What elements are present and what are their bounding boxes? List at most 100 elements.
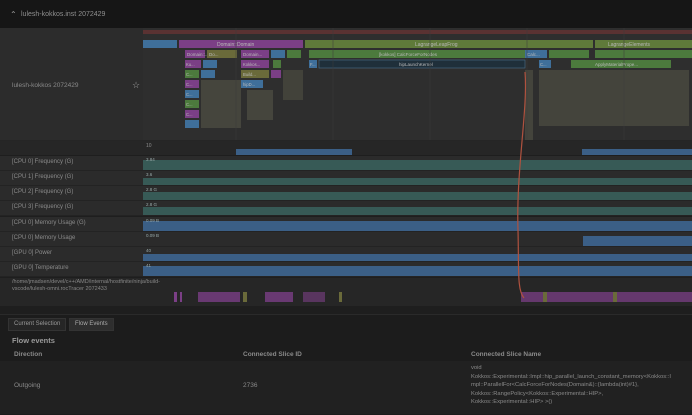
slice-calc-force-label: [kokkos] CalcForceForNodes [379, 52, 438, 57]
counter-area[interactable]: 41 [143, 262, 692, 276]
mini-row-bar-a [236, 149, 352, 155]
slice-do-label: Do... [209, 52, 219, 57]
slice-kokkos-k-label: Ku... [186, 62, 195, 67]
counter-value: 3.6 [146, 172, 153, 177]
slice-lagrange-leapfrog-label: LagrangeLeapFrog [415, 42, 458, 48]
counter-value: 2.8 G [146, 187, 158, 192]
counter-fill [143, 160, 692, 170]
counter-value: 0.09 B [146, 233, 160, 238]
counter-track-cpu2-freq[interactable]: [CPU 2] Frequency (G) 2.8 G [0, 186, 692, 201]
slice-depth3-d-label: C... [540, 62, 547, 67]
counter-fill [583, 236, 692, 246]
counter-track-cpu0-freq[interactable]: [CPU 0] Frequency (G) 3.84 [0, 156, 692, 171]
slice-depth4-b[interactable] [201, 70, 215, 78]
slice-depth2-d[interactable] [549, 50, 589, 58]
counter-label: [CPU 0] Frequency (G) [12, 159, 74, 165]
column-header-slice-id[interactable]: Connected Slice ID [243, 351, 302, 358]
counter-fill [143, 254, 692, 261]
counter-value: 40 [146, 248, 152, 253]
counter-track-cpu1-freq[interactable]: [CPU 1] Frequency (G) 3.6 [0, 171, 692, 186]
slice-depth4-a-label: C... [186, 72, 193, 77]
counter-track-gpu0-temperature[interactable]: [GPU 0] Temperature 41 [0, 262, 692, 277]
counter-area[interactable]: 3.84 [143, 156, 692, 170]
collapse-chevron-icon[interactable]: ⌃ [10, 10, 17, 19]
counter-label: [CPU 0] Memory Usage [12, 235, 76, 241]
counter-area[interactable]: 3.6 [143, 171, 692, 185]
counter-value: 0.09 B [146, 218, 160, 223]
counter-label: [GPU 0] Temperature [12, 265, 69, 271]
slice-narrow-stacks [201, 70, 689, 140]
counter-track-cpu0-memory-g[interactable]: [CPU 0] Memory Usage (G) 0.09 B [0, 217, 692, 232]
slice-depth2-c[interactable] [287, 50, 301, 58]
counter-fill [143, 207, 692, 215]
slice-name-line: void [471, 365, 482, 371]
slice-depth1-a[interactable] [143, 40, 177, 48]
row-direction: Outgoing [14, 382, 41, 389]
counter-area[interactable]: 2.8 G [143, 186, 692, 200]
slice-depth6-a-label: C... [186, 92, 193, 97]
counter-track-gpu0-power[interactable]: [GPU 0] Power 40 [0, 247, 692, 262]
counter-label: [CPU 3] Frequency (G) [12, 204, 74, 210]
row-slice-id-link[interactable]: 2736 [243, 382, 257, 389]
column-header-direction[interactable]: Direction [14, 351, 42, 358]
slice-domain-domain-label: Domain::Domain [217, 42, 254, 48]
slice-build-label: Build... [243, 72, 256, 77]
slice-depth2-e[interactable] [595, 50, 692, 58]
counter-area[interactable]: 0.09 B [143, 232, 692, 246]
counter-track-cpu0-memory[interactable]: [CPU 0] Memory Usage 0.09 B [0, 232, 692, 247]
tab-current-selection[interactable]: Current Selection [8, 318, 67, 331]
slice-top-band[interactable] [143, 30, 692, 34]
process-title: lulesh-kokkos.inst 2072429 [21, 11, 106, 18]
slice-depth7-a-label: C... [186, 102, 193, 107]
small-counter-row[interactable]: 10 [0, 141, 692, 155]
slice-flamegraph[interactable]: Domain::Domain LagrangeLeapFrog Lagrange… [143, 28, 692, 140]
counter-area[interactable]: 2.8 G [143, 201, 692, 215]
counter-track-cpu3-freq[interactable]: [CPU 3] Frequency (G) 2.8 G [0, 201, 692, 216]
counter-value: 41 [146, 263, 152, 268]
tab-flow-events[interactable]: Flow Events [69, 318, 114, 331]
counter-value: 2.8 G [146, 202, 158, 207]
slice-calc-short-label: Calc... [527, 52, 540, 57]
thread-slices[interactable] [143, 292, 692, 304]
slice-depth2-b[interactable] [271, 50, 285, 58]
mini-row-bar-b [582, 149, 692, 155]
slice-name-line: Kokkos::Experimental::Impl::hip_parallel… [471, 373, 671, 380]
slice-depth4-c[interactable] [271, 70, 281, 78]
slice-name-line: mpl::ParallelFor<CalcForceForNodes(Domai… [471, 382, 639, 389]
row-slice-name[interactable]: void Kokkos::Experimental::Impl::hip_par… [471, 364, 691, 407]
slice-apply-material-label: ApplyMaterialPrope... [595, 62, 638, 67]
slice-depth9-a[interactable] [185, 120, 199, 128]
process-track-label: lulesh-kokkos 2072429 [12, 82, 79, 89]
slice-name-line: Kokkos::RangePolicy<Kokkos::Experimental… [471, 390, 604, 397]
slice-depth3-c-label: F... [310, 62, 316, 67]
slice-kokkos-label: Kokkos... [243, 62, 260, 67]
panel-title: Flow events [12, 336, 55, 345]
slice-hipd-label: hipD... [243, 82, 255, 87]
slice-hip-launch-label: hipLaunchKernel [399, 62, 433, 67]
mini-row-value: 10 [146, 143, 152, 149]
counter-area[interactable]: 0.09 B [143, 217, 692, 231]
counter-fill [143, 192, 692, 200]
counter-fill [143, 221, 692, 231]
slice-depth5-a-label: C... [186, 82, 193, 87]
column-header-slice-name[interactable]: Connected Slice Name [471, 351, 541, 358]
slice-depth3-b[interactable] [273, 60, 281, 68]
slice-lagrange-elements-label: LagrangeElements [608, 42, 650, 48]
slice-depth3-a[interactable] [203, 60, 217, 68]
slice-domain-c-label: Domain::... [187, 52, 209, 57]
counter-fill [143, 266, 692, 276]
counter-label: [CPU 2] Frequency (G) [12, 189, 74, 195]
slice-depth8-a-label: C... [186, 112, 193, 117]
counter-value: 3.84 [146, 157, 155, 162]
counter-label: [CPU 0] Memory Usage (G) [12, 220, 86, 226]
counter-fill [143, 178, 692, 185]
counter-label: [CPU 1] Frequency (G) [12, 174, 74, 180]
thread-track-path-label: /home/jmadsen/devel/c++/AMD/internal/hos… [12, 279, 160, 292]
slice-domain-short-label: Domain... [243, 52, 262, 57]
counter-label: [GPU 0] Power [12, 250, 53, 256]
slice-timeline[interactable]: Domain::Domain LagrangeLeapFrog Lagrange… [143, 28, 692, 140]
window-header: ⌃ lulesh-kokkos.inst 2072429 [0, 0, 692, 28]
pin-star-icon[interactable]: ☆ [132, 80, 140, 91]
counter-area[interactable]: 40 [143, 247, 692, 261]
slice-name-line: Kokkos::Experimental::HIP> >() [471, 399, 553, 406]
